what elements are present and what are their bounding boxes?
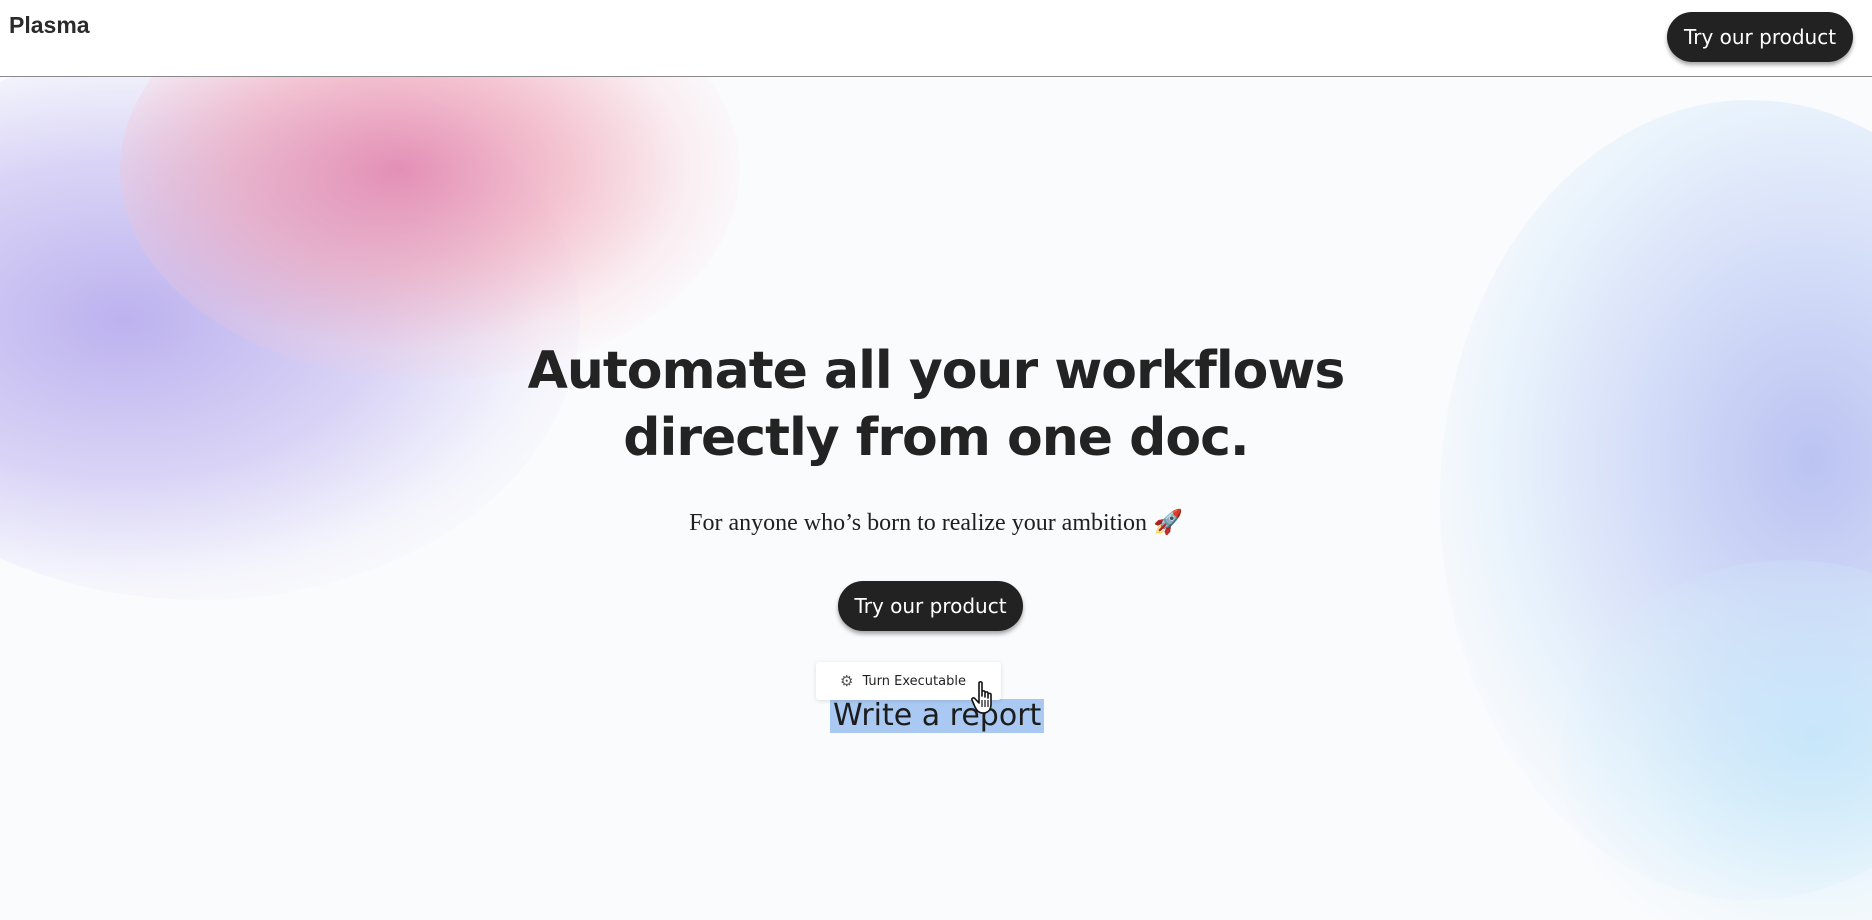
brand-logo[interactable]: Plasma (9, 12, 90, 39)
hero-title: Automate all your workflows directly fro… (436, 338, 1436, 472)
hero-subtitle: For anyone who’s born to realize your am… (689, 510, 1183, 536)
hero-try-product-button[interactable]: Try our product (838, 581, 1023, 631)
hero-title-line-1: Automate all your workflows (527, 341, 1346, 401)
gear-icon: ⚙ (840, 672, 854, 690)
top-navbar: Plasma Try our product (0, 0, 1872, 77)
selected-editor-text[interactable]: Write a report (830, 699, 1045, 733)
landing-page: Plasma Try our product Automate all your… (0, 0, 1872, 920)
header-try-product-button[interactable]: Try our product (1667, 12, 1853, 62)
turn-executable-label: Turn Executable (862, 673, 966, 689)
hero-title-line-2: directly from one doc. (623, 408, 1249, 468)
hand-pointer-cursor-icon (971, 681, 992, 714)
